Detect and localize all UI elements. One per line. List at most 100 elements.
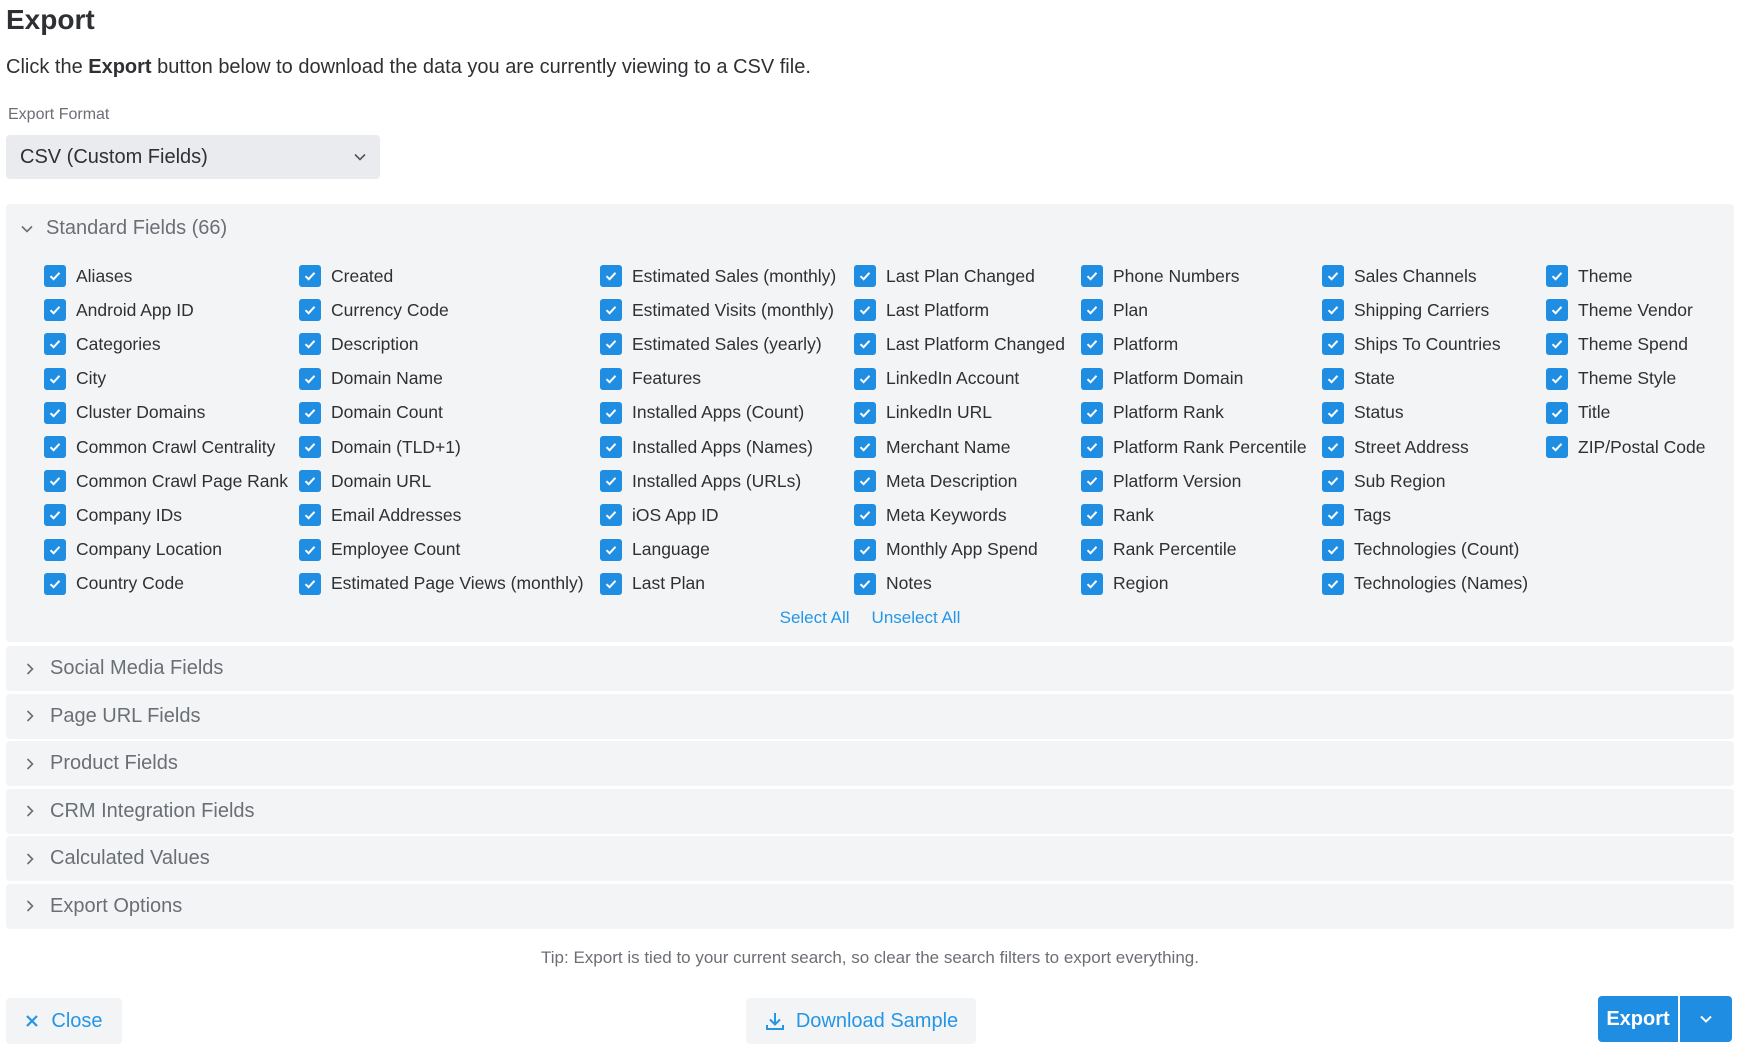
checkbox-checked-icon[interactable] [1081, 367, 1103, 390]
section-accordion[interactable]: Page URL Fields [6, 693, 1734, 739]
field-checkbox-item[interactable]: Meta Description [854, 464, 1065, 498]
checkbox-checked-icon[interactable] [600, 504, 622, 527]
checkbox-checked-icon[interactable] [299, 367, 321, 390]
checkbox-checked-icon[interactable] [854, 367, 876, 390]
field-checkbox-item[interactable]: Platform Version [1081, 464, 1307, 498]
checkbox-checked-icon[interactable] [1081, 436, 1103, 459]
checkbox-checked-icon[interactable] [299, 265, 321, 288]
checkbox-checked-icon[interactable] [600, 572, 622, 595]
field-checkbox-item[interactable]: Status [1322, 396, 1528, 430]
checkbox-checked-icon[interactable] [854, 299, 876, 322]
field-checkbox-item[interactable]: State [1322, 362, 1528, 396]
checkbox-checked-icon[interactable] [1081, 299, 1103, 322]
download-sample-button[interactable]: Download Sample [746, 998, 976, 1044]
checkbox-checked-icon[interactable] [299, 401, 321, 424]
checkbox-checked-icon[interactable] [44, 504, 66, 527]
field-checkbox-item[interactable]: Employee Count [299, 533, 584, 567]
checkbox-checked-icon[interactable] [44, 401, 66, 424]
checkbox-checked-icon[interactable] [1322, 504, 1344, 527]
field-checkbox-item[interactable]: Estimated Visits (monthly) [600, 293, 836, 327]
checkbox-checked-icon[interactable] [1081, 401, 1103, 424]
field-checkbox-item[interactable]: Shipping Carriers [1322, 293, 1528, 327]
standard-fields-header[interactable]: Standard Fields (66) [20, 217, 227, 240]
checkbox-checked-icon[interactable] [299, 538, 321, 561]
close-button[interactable]: Close [6, 998, 122, 1044]
field-checkbox-item[interactable]: Platform [1081, 327, 1307, 361]
field-checkbox-item[interactable]: LinkedIn URL [854, 396, 1065, 430]
field-checkbox-item[interactable]: Theme [1546, 259, 1705, 293]
field-checkbox-item[interactable]: Last Platform [854, 293, 1065, 327]
field-checkbox-item[interactable]: Currency Code [299, 293, 584, 327]
field-checkbox-item[interactable]: Domain URL [299, 464, 584, 498]
checkbox-checked-icon[interactable] [854, 265, 876, 288]
section-accordion[interactable]: CRM Integration Fields [6, 788, 1734, 834]
field-checkbox-item[interactable]: Estimated Page Views (monthly) [299, 567, 584, 601]
field-checkbox-item[interactable]: Platform Rank [1081, 396, 1307, 430]
checkbox-checked-icon[interactable] [854, 470, 876, 493]
field-checkbox-item[interactable]: Common Crawl Page Rank [44, 464, 288, 498]
field-checkbox-item[interactable]: Title [1546, 396, 1705, 430]
field-checkbox-item[interactable]: Technologies (Names) [1322, 567, 1528, 601]
checkbox-checked-icon[interactable] [44, 367, 66, 390]
field-checkbox-item[interactable]: Street Address [1322, 430, 1528, 464]
field-checkbox-item[interactable]: Region [1081, 567, 1307, 601]
checkbox-checked-icon[interactable] [299, 470, 321, 493]
checkbox-checked-icon[interactable] [600, 299, 622, 322]
checkbox-checked-icon[interactable] [1081, 333, 1103, 356]
field-checkbox-item[interactable]: Sales Channels [1322, 259, 1528, 293]
field-checkbox-item[interactable]: Tags [1322, 498, 1528, 532]
checkbox-checked-icon[interactable] [600, 367, 622, 390]
checkbox-checked-icon[interactable] [1322, 367, 1344, 390]
field-checkbox-item[interactable]: Theme Vendor [1546, 293, 1705, 327]
field-checkbox-item[interactable]: Rank [1081, 498, 1307, 532]
checkbox-checked-icon[interactable] [299, 504, 321, 527]
checkbox-checked-icon[interactable] [1546, 265, 1568, 288]
field-checkbox-item[interactable]: Phone Numbers [1081, 259, 1307, 293]
field-checkbox-item[interactable]: Aliases [44, 259, 288, 293]
checkbox-checked-icon[interactable] [1081, 572, 1103, 595]
field-checkbox-item[interactable]: Last Platform Changed [854, 327, 1065, 361]
field-checkbox-item[interactable]: Technologies (Count) [1322, 533, 1528, 567]
checkbox-checked-icon[interactable] [44, 265, 66, 288]
checkbox-checked-icon[interactable] [854, 572, 876, 595]
checkbox-checked-icon[interactable] [1546, 401, 1568, 424]
field-checkbox-item[interactable]: Ships To Countries [1322, 327, 1528, 361]
checkbox-checked-icon[interactable] [44, 572, 66, 595]
checkbox-checked-icon[interactable] [44, 470, 66, 493]
section-accordion[interactable]: Calculated Values [6, 836, 1734, 881]
checkbox-checked-icon[interactable] [854, 333, 876, 356]
checkbox-checked-icon[interactable] [299, 333, 321, 356]
field-checkbox-item[interactable]: Platform Rank Percentile [1081, 430, 1307, 464]
field-checkbox-item[interactable]: Features [600, 362, 836, 396]
field-checkbox-item[interactable]: Last Plan [600, 567, 836, 601]
checkbox-checked-icon[interactable] [854, 401, 876, 424]
checkbox-checked-icon[interactable] [299, 299, 321, 322]
field-checkbox-item[interactable]: Domain (TLD+1) [299, 430, 584, 464]
section-accordion[interactable]: Social Media Fields [6, 646, 1734, 691]
checkbox-checked-icon[interactable] [600, 538, 622, 561]
checkbox-checked-icon[interactable] [44, 299, 66, 322]
field-checkbox-item[interactable]: Sub Region [1322, 464, 1528, 498]
field-checkbox-item[interactable]: iOS App ID [600, 498, 836, 532]
checkbox-checked-icon[interactable] [1322, 538, 1344, 561]
checkbox-checked-icon[interactable] [1322, 265, 1344, 288]
checkbox-checked-icon[interactable] [600, 436, 622, 459]
field-checkbox-item[interactable]: Installed Apps (Names) [600, 430, 836, 464]
export-button[interactable]: Export [1598, 996, 1678, 1042]
field-checkbox-item[interactable]: Android App ID [44, 293, 288, 327]
field-checkbox-item[interactable]: Platform Domain [1081, 362, 1307, 396]
field-checkbox-item[interactable]: Plan [1081, 293, 1307, 327]
checkbox-checked-icon[interactable] [1546, 367, 1568, 390]
field-checkbox-item[interactable]: Categories [44, 327, 288, 361]
checkbox-checked-icon[interactable] [1322, 470, 1344, 493]
export-options-dropdown-button[interactable] [1680, 996, 1732, 1042]
checkbox-checked-icon[interactable] [44, 333, 66, 356]
checkbox-checked-icon[interactable] [600, 401, 622, 424]
checkbox-checked-icon[interactable] [1546, 436, 1568, 459]
field-checkbox-item[interactable]: Created [299, 259, 584, 293]
checkbox-checked-icon[interactable] [854, 504, 876, 527]
field-checkbox-item[interactable]: City [44, 362, 288, 396]
field-checkbox-item[interactable]: Monthly App Spend [854, 533, 1065, 567]
field-checkbox-item[interactable]: Cluster Domains [44, 396, 288, 430]
checkbox-checked-icon[interactable] [1081, 265, 1103, 288]
